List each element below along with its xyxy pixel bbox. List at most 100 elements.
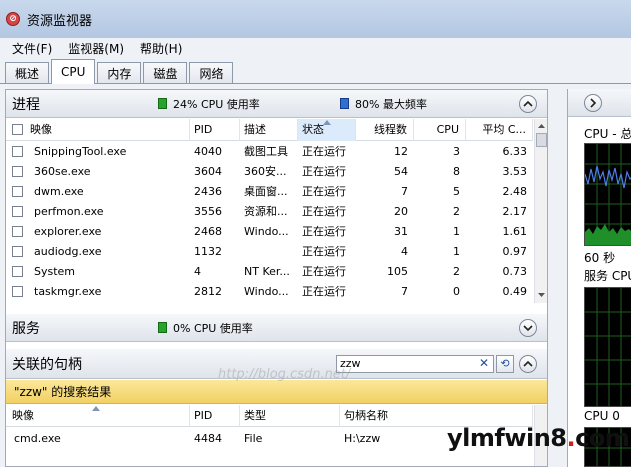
processes-header[interactable]: 进程 24% CPU 使用率 80% 最大频率 xyxy=(6,90,547,118)
processes-scroll-thumb[interactable] xyxy=(536,133,547,147)
handles-title: 关联的句柄 xyxy=(12,356,82,373)
process-cpu: 8 xyxy=(453,165,460,178)
process-description: 资源和... xyxy=(244,205,288,218)
process-status: 正在运行 xyxy=(302,165,346,178)
service-cpu-label: 服务 CPU xyxy=(584,269,631,283)
process-row[interactable]: audiodg.exe 1132 正在运行 4 1 0.97 xyxy=(6,242,533,262)
process-status: 正在运行 xyxy=(302,265,346,278)
process-description: NT Ker... xyxy=(244,265,290,278)
tab-bar: 概述 CPU 内存 磁盘 网络 xyxy=(0,58,631,84)
tab-cpu[interactable]: CPU xyxy=(51,59,96,84)
process-image: taskmgr.exe xyxy=(34,285,102,298)
cpu-content-pane: 进程 24% CPU 使用率 80% 最大频率 映像 PID 描述 状态 线程数… xyxy=(5,89,548,467)
process-threads: 31 xyxy=(394,225,408,238)
process-row[interactable]: 360se.exe 3604 360安... 正在运行 54 8 3.53 xyxy=(6,162,533,182)
tab-overview[interactable]: 概述 xyxy=(5,62,50,83)
process-threads: 7 xyxy=(401,185,408,198)
chevron-up-icon xyxy=(523,360,533,367)
process-checkbox[interactable] xyxy=(12,246,23,257)
service-cpu-graph xyxy=(584,287,631,407)
col-cpu[interactable]: CPU xyxy=(414,119,466,141)
process-average-cpu: 0.49 xyxy=(502,285,528,298)
process-status: 正在运行 xyxy=(302,185,346,198)
process-row[interactable]: explorer.exe 2468 Windo... 正在运行 31 1 1.61 xyxy=(6,222,533,242)
col-pid[interactable]: PID xyxy=(190,119,240,141)
process-cpu: 5 xyxy=(453,185,460,198)
clear-search-icon[interactable]: ✕ xyxy=(479,356,489,370)
menu-help[interactable]: 帮助(H) xyxy=(132,40,190,57)
cpu-usage-legend: 24% CPU 使用率 xyxy=(158,96,260,112)
service-cpu-graph-lines xyxy=(585,288,631,406)
process-row[interactable]: perfmon.exe 3556 资源和... 正在运行 20 2 2.17 xyxy=(6,202,533,222)
pane-splitter[interactable] xyxy=(549,89,566,467)
col-average-cpu[interactable]: 平均 C... xyxy=(466,119,533,141)
services-expand-button[interactable] xyxy=(519,318,537,337)
handles-col-pid[interactable]: PID xyxy=(190,405,240,427)
blue-swatch-icon xyxy=(340,98,349,109)
chevron-up-icon xyxy=(523,100,533,107)
process-checkbox[interactable] xyxy=(12,226,23,237)
process-image: audiodg.exe xyxy=(34,245,102,258)
services-header[interactable]: 服务 0% CPU 使用率 xyxy=(6,314,547,342)
watermark-url: http://blog.csdn.net/ xyxy=(218,367,351,382)
process-cpu: 2 xyxy=(453,205,460,218)
scroll-down-arrow-icon[interactable] xyxy=(536,291,547,299)
handles-col-type[interactable]: 类型 xyxy=(240,405,340,427)
services-cpu-text: 0% CPU 使用率 xyxy=(173,321,253,335)
process-checkbox[interactable] xyxy=(12,286,23,297)
graph-panel-toggle-button[interactable] xyxy=(584,94,602,112)
processes-title: 进程 xyxy=(12,96,40,113)
handle-pid: 4484 xyxy=(194,432,222,445)
chevron-down-icon xyxy=(523,324,533,331)
watermark-logo-dot: . xyxy=(566,424,576,452)
services-cpu-legend: 0% CPU 使用率 xyxy=(158,320,253,336)
green-swatch-icon xyxy=(158,322,167,333)
process-image: SnippingTool.exe xyxy=(34,145,127,158)
col-image[interactable]: 映像 xyxy=(6,119,190,141)
col-description[interactable]: 描述 xyxy=(240,119,298,141)
process-image: dwm.exe xyxy=(34,185,84,198)
process-pid: 2436 xyxy=(194,185,222,198)
processes-collapse-button[interactable] xyxy=(519,94,537,113)
tab-network[interactable]: 网络 xyxy=(189,62,234,83)
menu-file[interactable]: 文件(F) xyxy=(4,40,60,57)
process-checkbox[interactable] xyxy=(12,166,23,177)
tab-disk[interactable]: 磁盘 xyxy=(143,62,188,83)
process-pid: 1132 xyxy=(194,245,222,258)
cpu-total-label: CPU - 总 xyxy=(584,127,631,141)
handles-search-input[interactable]: zzw xyxy=(336,355,494,373)
process-threads: 12 xyxy=(394,145,408,158)
process-row[interactable]: System 4 NT Ker... 正在运行 105 2 0.73 xyxy=(6,262,533,282)
col-threads[interactable]: 线程数 xyxy=(356,119,414,141)
resource-monitor-icon: ⊘ xyxy=(6,12,20,26)
col-status[interactable]: 状态 xyxy=(298,119,356,141)
process-row[interactable]: SnippingTool.exe 4040 截图工具 正在运行 12 3 6.33 xyxy=(6,142,533,162)
tab-memory[interactable]: 内存 xyxy=(97,62,142,83)
process-image: explorer.exe xyxy=(34,225,102,238)
process-checkbox[interactable] xyxy=(12,206,23,217)
handles-collapse-button[interactable] xyxy=(519,354,537,373)
seconds-label: 60 秒 xyxy=(584,251,616,265)
process-checkbox[interactable] xyxy=(12,146,23,157)
process-row[interactable]: taskmgr.exe 2812 Windo... 正在运行 7 0 0.49 xyxy=(6,282,533,302)
scroll-up-arrow-icon[interactable] xyxy=(536,122,547,130)
process-status: 正在运行 xyxy=(302,225,346,238)
handle-image: cmd.exe xyxy=(14,432,61,445)
handles-col-image[interactable]: 映像 xyxy=(6,405,190,427)
process-checkbox[interactable] xyxy=(12,186,23,197)
select-all-checkbox[interactable] xyxy=(12,124,23,135)
processes-scrollbar[interactable] xyxy=(534,119,547,303)
process-threads: 4 xyxy=(401,245,408,258)
process-description xyxy=(240,242,298,262)
process-cpu: 3 xyxy=(453,145,460,158)
refresh-search-icon[interactable]: ⟲ xyxy=(496,355,514,373)
process-pid: 4040 xyxy=(194,145,222,158)
menu-monitor[interactable]: 监视器(M) xyxy=(60,40,132,57)
process-pid: 3556 xyxy=(194,205,222,218)
process-average-cpu: 1.61 xyxy=(502,225,528,238)
cpu-total-graph-lines xyxy=(585,144,631,245)
cpu0-label: CPU 0 xyxy=(584,409,620,423)
process-description: Windo... xyxy=(244,285,289,298)
process-row[interactable]: dwm.exe 2436 桌面窗... 正在运行 7 5 2.48 xyxy=(6,182,533,202)
process-checkbox[interactable] xyxy=(12,266,23,277)
